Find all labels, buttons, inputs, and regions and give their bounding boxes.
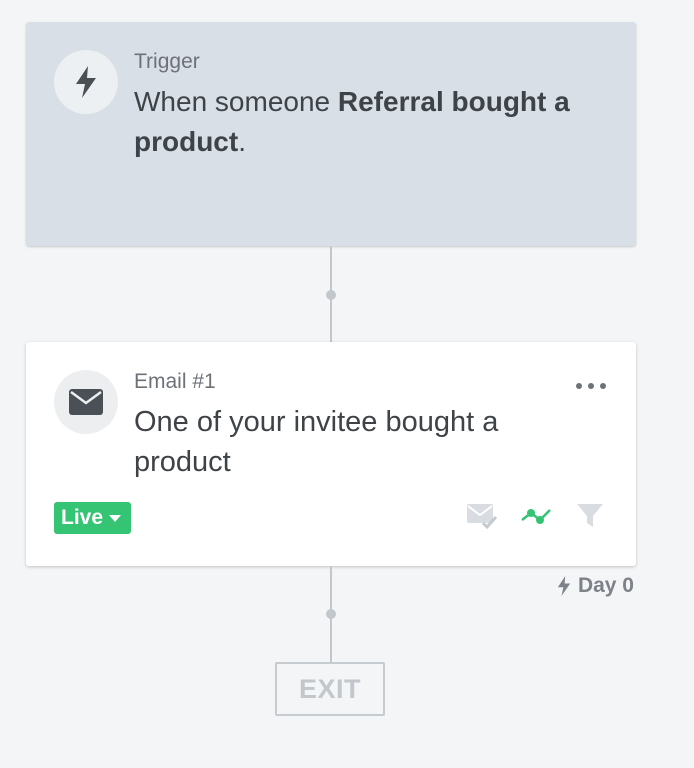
email-icon-circle (54, 370, 118, 434)
caret-down-icon (109, 514, 122, 522)
trigger-description: When someone Referral bought a product. (134, 82, 604, 162)
lightning-icon (76, 66, 96, 98)
trigger-text-suffix: . (238, 126, 246, 157)
email-title[interactable]: One of your invitee bought a product (134, 402, 574, 482)
exit-node: EXIT (275, 662, 385, 716)
email-check-button[interactable] (466, 500, 498, 532)
trigger-text-prefix: When someone (134, 86, 338, 117)
more-dot-icon (600, 383, 606, 389)
delay-label[interactable]: Day 0 (556, 574, 634, 598)
delay-text: Day 0 (577, 574, 634, 597)
trend-icon (521, 509, 551, 524)
email-tools (466, 500, 606, 532)
lightning-icon (557, 576, 571, 596)
email-kicker: Email #1 (134, 370, 216, 393)
trigger-kicker: Trigger (134, 50, 200, 73)
trigger-card[interactable]: Trigger When someone Referral bought a p… (26, 22, 636, 246)
trigger-icon-circle (54, 50, 118, 114)
status-dropdown[interactable]: Live (54, 502, 132, 534)
status-label: Live (61, 506, 104, 529)
filter-icon (577, 504, 603, 527)
email-check-icon (467, 504, 498, 530)
more-options-button[interactable] (576, 378, 606, 394)
more-dot-icon (588, 383, 594, 389)
filter-button[interactable] (574, 500, 606, 532)
connector-dot[interactable] (326, 609, 336, 619)
more-dot-icon (576, 383, 582, 389)
email-card[interactable]: Email #1 One of your invitee bought a pr… (26, 342, 636, 566)
envelope-icon (69, 389, 103, 415)
connector-dot[interactable] (326, 290, 336, 300)
workflow-canvas: Trigger When someone Referral bought a p… (0, 0, 694, 768)
trend-button[interactable] (520, 500, 552, 532)
